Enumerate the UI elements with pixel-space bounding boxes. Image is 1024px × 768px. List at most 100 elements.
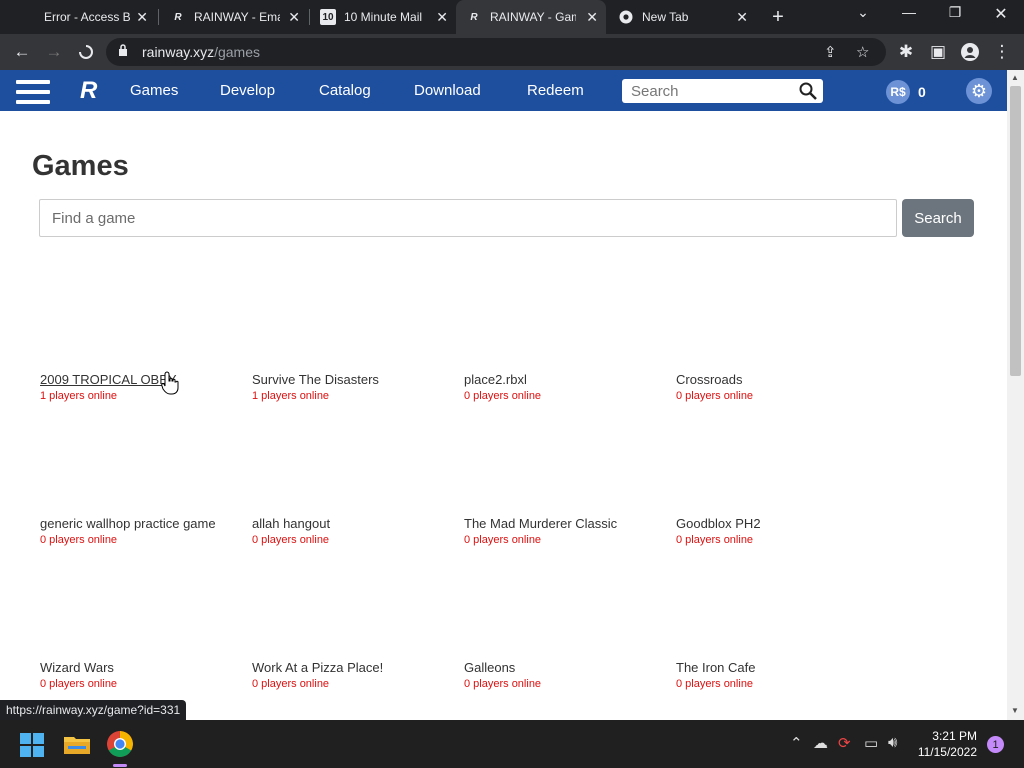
web-page: R Games Develop Catalog Download Redeem … bbox=[0, 70, 1007, 720]
search-icon[interactable] bbox=[799, 82, 817, 100]
bookmark-star-icon[interactable]: ☆ bbox=[856, 43, 869, 61]
nav-catalog[interactable]: Catalog bbox=[319, 82, 371, 99]
sync-icon[interactable]: ⟳ bbox=[838, 734, 851, 752]
close-tab-icon[interactable]: ✕ bbox=[736, 9, 748, 26]
site-navbar: R Games Develop Catalog Download Redeem … bbox=[0, 70, 1007, 111]
tab-new-tab[interactable]: New Tab ✕ bbox=[608, 0, 756, 34]
tab-separator bbox=[158, 9, 159, 25]
tab-search-icon[interactable]: ⌄ bbox=[848, 4, 878, 21]
game-search-input[interactable]: Find a game bbox=[39, 199, 897, 237]
back-arrow-icon[interactable]: ← bbox=[10, 40, 34, 64]
tab-rainway-games[interactable]: R RAINWAY - Gam ✕ bbox=[456, 0, 606, 34]
game-name[interactable]: 2009 TROPICAL OBBY bbox=[40, 372, 240, 387]
extensions-puzzle-icon[interactable]: ✱ bbox=[894, 40, 918, 64]
close-tab-icon[interactable]: ✕ bbox=[288, 9, 300, 26]
game-card[interactable]: generic wallhop practice game 0 players … bbox=[40, 516, 240, 546]
side-panel-icon[interactable]: ▣ bbox=[926, 40, 950, 64]
menu-kebab-icon[interactable]: ⋮ bbox=[990, 40, 1014, 64]
game-name[interactable]: The Mad Murderer Classic bbox=[464, 516, 664, 531]
currency-balance[interactable]: R$ 0 bbox=[886, 80, 926, 104]
hamburger-menu-icon[interactable] bbox=[16, 80, 50, 104]
players-online: 1 players online bbox=[252, 390, 330, 402]
rainway-favicon-icon: R bbox=[470, 11, 478, 23]
players-online: 0 players online bbox=[676, 534, 754, 546]
url-host: rainway.xyz bbox=[142, 44, 215, 60]
close-tab-icon[interactable]: ✕ bbox=[436, 9, 448, 26]
close-tab-icon[interactable]: ✕ bbox=[586, 9, 598, 26]
game-search-button[interactable]: Search bbox=[902, 199, 974, 237]
game-card[interactable]: Work At a Pizza Place! 0 players online bbox=[252, 660, 452, 690]
address-bar[interactable]: rainway.xyz/games ⇪ ☆ bbox=[106, 38, 886, 66]
nav-search-input[interactable]: Search bbox=[622, 79, 823, 103]
tab-error-access[interactable]: Error - Access Bl ✕ bbox=[34, 0, 156, 34]
nav-games[interactable]: Games bbox=[130, 82, 178, 99]
minimize-icon[interactable]: — bbox=[894, 4, 924, 20]
clock-date: 11/15/2022 bbox=[917, 745, 977, 759]
volume-icon[interactable]: 🔊︎ bbox=[888, 734, 897, 751]
tab-title: RAINWAY - Ema bbox=[194, 10, 280, 24]
game-card[interactable]: The Iron Cafe 0 players online bbox=[676, 660, 876, 690]
settings-gear-icon[interactable]: ⚙ bbox=[966, 78, 992, 104]
scroll-up-arrow-icon[interactable]: ▲ bbox=[1011, 73, 1019, 82]
lock-icon[interactable] bbox=[118, 44, 128, 56]
url-text: rainway.xyz/games bbox=[142, 44, 260, 60]
file-explorer-icon[interactable] bbox=[64, 734, 90, 754]
scroll-down-arrow-icon[interactable]: ▼ bbox=[1011, 706, 1019, 715]
game-name[interactable]: Wizard Wars bbox=[40, 660, 240, 675]
game-name[interactable]: allah hangout bbox=[252, 516, 452, 531]
tab-rainway-email[interactable]: R RAINWAY - Ema ✕ bbox=[160, 0, 308, 34]
rainway-logo[interactable]: R bbox=[80, 77, 97, 105]
game-card[interactable]: Crossroads 0 players online bbox=[676, 372, 876, 402]
rainway-favicon-icon: R bbox=[174, 11, 182, 23]
tab-10-minute-mail[interactable]: 10 10 Minute Mail ✕ bbox=[310, 0, 456, 34]
close-window-icon[interactable]: ✕ bbox=[986, 4, 1016, 24]
page-scrollbar[interactable]: ▲ ▼ bbox=[1007, 70, 1024, 720]
nav-download[interactable]: Download bbox=[414, 82, 481, 99]
game-card[interactable]: The Mad Murderer Classic 0 players onlin… bbox=[464, 516, 664, 546]
chrome-favicon-icon bbox=[618, 9, 634, 25]
game-search-placeholder: Find a game bbox=[52, 210, 136, 227]
onedrive-cloud-icon[interactable]: ☁ bbox=[813, 734, 828, 752]
players-online: 0 players online bbox=[464, 678, 542, 690]
tab-title: RAINWAY - Gam bbox=[490, 10, 576, 24]
players-online: 0 players online bbox=[40, 534, 118, 546]
players-online: 1 players online bbox=[40, 390, 118, 402]
share-icon[interactable]: ⇪ bbox=[824, 43, 837, 61]
chrome-taskbar-icon[interactable] bbox=[107, 731, 133, 757]
close-tab-icon[interactable]: ✕ bbox=[136, 9, 148, 26]
chevron-up-icon[interactable]: ⌃ bbox=[790, 734, 803, 752]
game-card[interactable]: Galleons 0 players online bbox=[464, 660, 664, 690]
link-status-bubble: https://rainway.xyz/game?id=331 bbox=[0, 700, 187, 720]
game-name[interactable]: generic wallhop practice game bbox=[40, 516, 240, 531]
game-card[interactable]: Goodblox PH2 0 players online bbox=[676, 516, 876, 546]
game-name[interactable]: place2.rbxl bbox=[464, 372, 664, 387]
robux-icon: R$ bbox=[886, 80, 910, 104]
restore-icon[interactable]: ❐ bbox=[940, 4, 970, 21]
windows-start-icon[interactable] bbox=[20, 733, 44, 757]
tab-title: Error - Access Bl bbox=[44, 10, 130, 24]
nav-develop[interactable]: Develop bbox=[220, 82, 275, 99]
game-name[interactable]: Crossroads bbox=[676, 372, 876, 387]
network-icon[interactable]: ▭ bbox=[864, 734, 878, 752]
forward-arrow-icon[interactable]: → bbox=[42, 40, 66, 64]
game-name[interactable]: The Iron Cafe bbox=[676, 660, 876, 675]
game-name[interactable]: Work At a Pizza Place! bbox=[252, 660, 452, 675]
notification-badge[interactable]: 1 bbox=[987, 736, 1004, 753]
players-online: 0 players online bbox=[464, 390, 542, 402]
players-online: 0 players online bbox=[252, 678, 330, 690]
new-tab-button[interactable]: + bbox=[768, 6, 788, 29]
currency-amount: 0 bbox=[918, 84, 926, 100]
scrollbar-thumb[interactable] bbox=[1010, 86, 1021, 376]
game-card[interactable]: Wizard Wars 0 players online bbox=[40, 660, 240, 690]
nav-redeem[interactable]: Redeem bbox=[527, 82, 584, 99]
system-clock[interactable]: 3:21 PM 11/15/2022 bbox=[915, 728, 977, 760]
game-name[interactable]: Survive The Disasters bbox=[252, 372, 452, 387]
loading-spinner-icon[interactable] bbox=[74, 40, 98, 64]
game-card[interactable]: allah hangout 0 players online bbox=[252, 516, 452, 546]
game-card[interactable]: Survive The Disasters 1 players online bbox=[252, 372, 452, 402]
game-card[interactable]: place2.rbxl 0 players online bbox=[464, 372, 664, 402]
profile-avatar-icon[interactable] bbox=[958, 40, 982, 64]
game-name[interactable]: Galleons bbox=[464, 660, 664, 675]
game-card[interactable]: 2009 TROPICAL OBBY 1 players online bbox=[40, 372, 240, 402]
game-name[interactable]: Goodblox PH2 bbox=[676, 516, 876, 531]
